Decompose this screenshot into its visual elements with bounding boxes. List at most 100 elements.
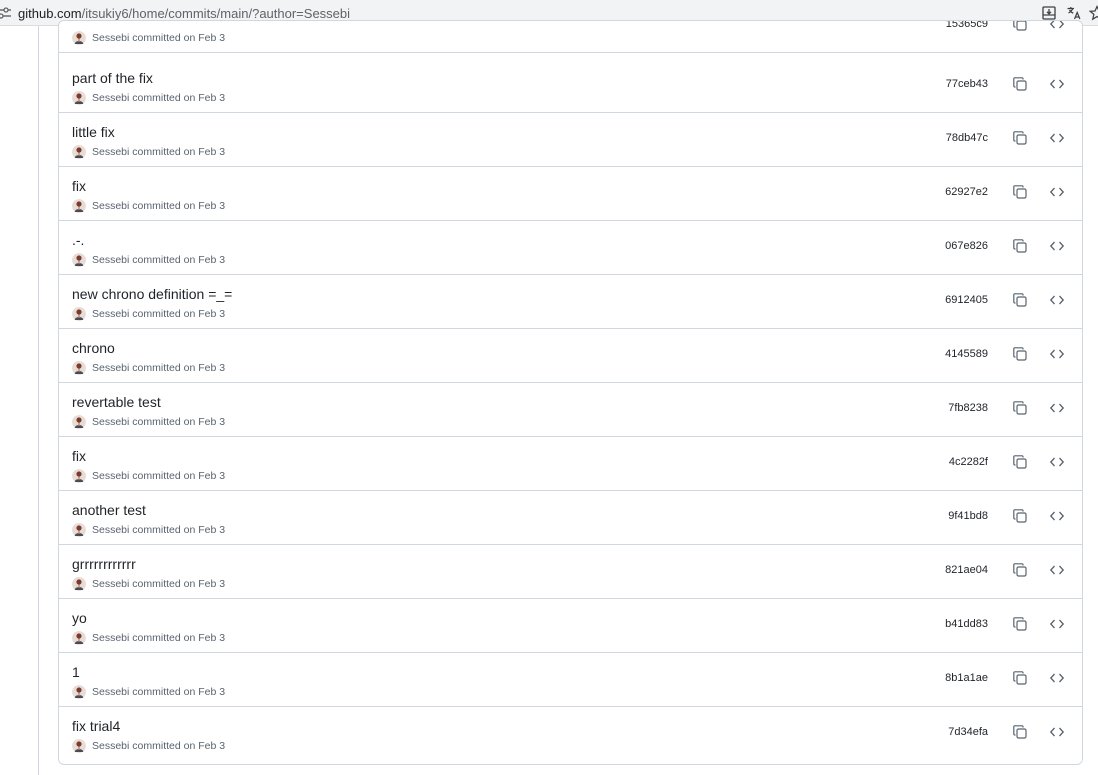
commit-sha[interactable]: 8b1a1ae xyxy=(945,672,988,684)
commit-message[interactable]: fix trial4 xyxy=(72,718,120,734)
copy-sha-icon[interactable] xyxy=(1012,616,1028,632)
copy-sha-icon[interactable] xyxy=(1012,454,1028,470)
commit-sha[interactable]: 821ae04 xyxy=(945,564,988,576)
browse-code-icon[interactable] xyxy=(1049,724,1065,740)
commit-message[interactable]: little fix xyxy=(72,124,115,140)
browse-code-icon[interactable] xyxy=(1049,400,1065,416)
commit-message[interactable]: chrono xyxy=(72,340,115,356)
copy-sha-icon[interactable] xyxy=(1012,346,1028,362)
browse-code-icon[interactable] xyxy=(1049,238,1065,254)
user-avatar[interactable] xyxy=(72,523,86,537)
user-avatar[interactable] xyxy=(72,31,86,45)
user-avatar[interactable] xyxy=(72,253,86,267)
commit-message[interactable]: part of the fix xyxy=(72,70,153,86)
browse-code-icon[interactable] xyxy=(1049,184,1065,200)
user-avatar[interactable] xyxy=(72,469,86,483)
commit-message[interactable]: fix xyxy=(72,178,86,194)
commit-message[interactable]: grrrrrrrrrrrr xyxy=(72,556,136,572)
browse-code-icon[interactable] xyxy=(1049,292,1065,308)
user-avatar[interactable] xyxy=(72,415,86,429)
browse-code-icon[interactable] xyxy=(1049,346,1065,362)
commit-meta: Sessebi committed on Feb 3 xyxy=(72,469,225,483)
commit-row[interactable]: 1 Sessebi committed on Feb 3 8b1a1ae xyxy=(59,653,1082,707)
browse-code-icon[interactable] xyxy=(1049,130,1065,146)
commit-row[interactable]: another test Sessebi committed on Feb 3 … xyxy=(59,491,1082,545)
copy-sha-icon[interactable] xyxy=(1012,724,1028,740)
commit-message[interactable]: yo xyxy=(72,610,87,626)
copy-sha-icon[interactable] xyxy=(1012,130,1028,146)
user-avatar[interactable] xyxy=(72,91,86,105)
user-avatar[interactable] xyxy=(72,631,86,645)
install-app-icon[interactable] xyxy=(1041,5,1057,21)
copy-sha-icon[interactable] xyxy=(1012,292,1028,308)
commit-message[interactable]: .-. xyxy=(72,232,84,248)
user-avatar[interactable] xyxy=(72,199,86,213)
commit-row[interactable]: chrono Sessebi committed on Feb 3 414558… xyxy=(59,329,1082,383)
commit-row[interactable]: little fix Sessebi committed on Feb 3 78… xyxy=(59,113,1082,167)
commit-sha[interactable]: 78db47c xyxy=(946,132,988,144)
commit-meta: Sessebi committed on Feb 3 xyxy=(72,631,225,645)
commit-sha[interactable]: 15365c9 xyxy=(946,21,988,30)
copy-sha-icon[interactable] xyxy=(1012,238,1028,254)
commit-sha[interactable]: 7fb8238 xyxy=(948,402,988,414)
browse-code-icon[interactable] xyxy=(1049,76,1065,92)
site-settings-icon[interactable] xyxy=(0,6,11,20)
commit-sha[interactable]: b41dd83 xyxy=(945,618,988,630)
user-avatar[interactable] xyxy=(72,577,86,591)
commit-message[interactable]: new chrono definition =_= xyxy=(72,286,232,302)
browse-code-icon[interactable] xyxy=(1049,20,1065,32)
commit-meta: Sessebi committed on Feb 3 xyxy=(72,577,225,591)
commit-sha[interactable]: 77ceb43 xyxy=(946,78,988,90)
user-avatar[interactable] xyxy=(72,361,86,375)
commit-author-date: Sessebi committed on Feb 3 xyxy=(92,416,226,428)
commit-message[interactable]: fix xyxy=(72,448,86,464)
commit-row[interactable]: .-. Sessebi committed on Feb 3 067e826 xyxy=(59,221,1082,275)
user-avatar[interactable] xyxy=(72,145,86,159)
commit-sha[interactable]: 62927e2 xyxy=(945,186,988,198)
bookmark-star-icon[interactable] xyxy=(1089,5,1098,21)
commit-row[interactable]: grrrrrrrrrrrr Sessebi committed on Feb 3… xyxy=(59,545,1082,599)
copy-sha-icon[interactable] xyxy=(1012,400,1028,416)
commit-message[interactable]: another test xyxy=(72,502,146,518)
commit-message[interactable]: revertable test xyxy=(72,394,161,410)
commit-row[interactable]: fix Sessebi committed on Feb 3 62927e2 xyxy=(59,167,1082,221)
url-path: /itsukiy6/home/commits/main/?author=Sess… xyxy=(81,6,351,21)
commit-author-date: Sessebi committed on Feb 3 xyxy=(92,254,226,266)
copy-sha-icon[interactable] xyxy=(1012,76,1028,92)
commit-sha[interactable]: 9f41bd8 xyxy=(948,510,988,522)
commit-meta: Sessebi committed on Feb 3 xyxy=(72,361,225,375)
copy-sha-icon[interactable] xyxy=(1012,184,1028,200)
commit-sha[interactable]: 067e826 xyxy=(945,240,988,252)
browse-code-icon[interactable] xyxy=(1049,562,1065,578)
commit-meta: Sessebi committed on Feb 3 xyxy=(72,253,225,267)
user-avatar[interactable] xyxy=(72,685,86,699)
commit-author-date: Sessebi committed on Feb 3 xyxy=(92,362,226,374)
copy-sha-icon[interactable] xyxy=(1012,20,1028,32)
commit-row[interactable]: yo Sessebi committed on Feb 3 b41dd83 xyxy=(59,599,1082,653)
address-bar[interactable]: github.com/itsukiy6/home/commits/main/?a… xyxy=(18,6,350,21)
copy-sha-icon[interactable] xyxy=(1012,508,1028,524)
commit-author-date: Sessebi committed on Feb 3 xyxy=(92,632,226,644)
user-avatar[interactable] xyxy=(72,739,86,753)
browse-code-icon[interactable] xyxy=(1049,616,1065,632)
browse-code-icon[interactable] xyxy=(1049,670,1065,686)
commit-row[interactable]: part of the fix Sessebi committed on Feb… xyxy=(59,59,1082,113)
commit-sha[interactable]: 4c2282f xyxy=(949,456,988,468)
user-avatar[interactable] xyxy=(72,307,86,321)
commit-row[interactable]: Sessebi committed on Feb 3 15365c9 xyxy=(59,20,1082,53)
commit-sha[interactable]: 6912405 xyxy=(945,294,988,306)
commit-author-date: Sessebi committed on Feb 3 xyxy=(92,686,226,698)
commit-row[interactable]: revertable test Sessebi committed on Feb… xyxy=(59,383,1082,437)
commit-row[interactable]: fix Sessebi committed on Feb 3 4c2282f xyxy=(59,437,1082,491)
translate-icon[interactable] xyxy=(1066,5,1082,21)
copy-sha-icon[interactable] xyxy=(1012,562,1028,578)
commit-row[interactable]: new chrono definition =_= Sessebi commit… xyxy=(59,275,1082,329)
browse-code-icon[interactable] xyxy=(1049,454,1065,470)
commit-row[interactable]: fix trial4 Sessebi committed on Feb 3 7d… xyxy=(59,707,1082,761)
copy-sha-icon[interactable] xyxy=(1012,670,1028,686)
commit-meta: Sessebi committed on Feb 3 xyxy=(72,307,225,321)
browse-code-icon[interactable] xyxy=(1049,508,1065,524)
commit-sha[interactable]: 7d34efa xyxy=(948,726,988,738)
commit-message[interactable]: 1 xyxy=(72,664,80,680)
commit-sha[interactable]: 4145589 xyxy=(945,348,988,360)
